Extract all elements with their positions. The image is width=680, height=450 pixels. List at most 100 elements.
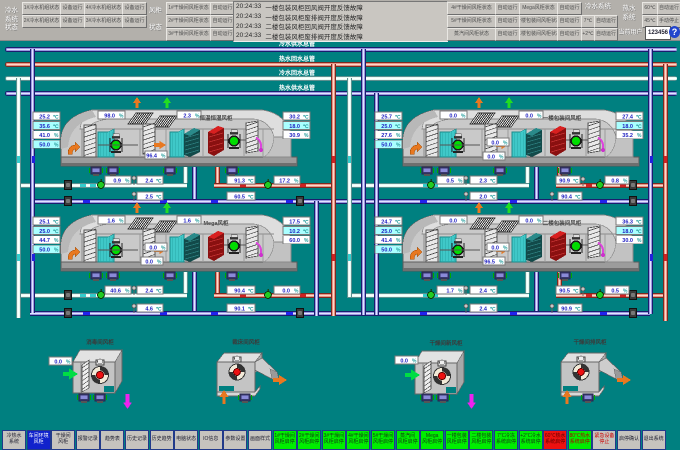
svg-text:90.9: 90.9	[561, 306, 572, 312]
svg-text:二楼包装间风柜: 二楼包装间风柜	[543, 219, 582, 227]
svg-text:18.0: 18.0	[622, 124, 633, 130]
svg-text:40.6: 40.6	[110, 288, 121, 294]
svg-text:℃: ℃	[248, 305, 254, 312]
svg-text:℃: ℃	[156, 193, 162, 200]
svg-text:0.0: 0.0	[149, 245, 157, 251]
svg-text:℃: ℃	[395, 228, 401, 235]
svg-text:%: %	[161, 245, 166, 251]
svg-text:℃: ℃	[575, 193, 581, 200]
svg-text:℃: ℃	[53, 113, 59, 120]
svg-text:%: %	[623, 178, 628, 184]
svg-text:0.0: 0.0	[282, 288, 290, 294]
svg-text:50.0: 50.0	[381, 143, 392, 149]
svg-text:25.0: 25.0	[381, 124, 392, 130]
svg-text:18.0: 18.0	[622, 229, 633, 235]
svg-text:%: %	[396, 143, 401, 149]
svg-text:℃: ℃	[156, 305, 162, 312]
svg-text:%: %	[125, 178, 130, 184]
svg-text:%: %	[195, 218, 200, 224]
svg-text:℃: ℃	[573, 177, 579, 184]
svg-text:%: %	[637, 133, 642, 139]
svg-text:%: %	[623, 288, 628, 294]
svg-text:%: %	[304, 133, 309, 139]
svg-text:%: %	[119, 218, 124, 224]
svg-text:%: %	[637, 238, 642, 244]
svg-text:%: %	[396, 248, 401, 254]
svg-text:2.5: 2.5	[145, 194, 153, 200]
svg-text:%: %	[461, 218, 466, 224]
svg-text:℃: ℃	[573, 287, 579, 294]
svg-text:%: %	[499, 154, 504, 160]
svg-text:%: %	[396, 238, 401, 244]
svg-text:0.0: 0.0	[491, 245, 499, 251]
svg-text:℃: ℃	[156, 287, 162, 294]
svg-text:Mega风柜: Mega风柜	[203, 219, 229, 227]
svg-text:2.4: 2.4	[479, 288, 488, 294]
svg-text:90.9: 90.9	[559, 178, 570, 184]
svg-text:90.5: 90.5	[559, 288, 570, 294]
svg-text:90.4: 90.4	[561, 194, 573, 200]
svg-text:24.7: 24.7	[381, 219, 392, 225]
svg-text:2.0: 2.0	[479, 194, 487, 200]
svg-text:热水回水总管: 热水回水总管	[279, 55, 315, 63]
svg-text:60.5: 60.5	[234, 194, 245, 200]
svg-text:36.3: 36.3	[622, 219, 633, 225]
svg-text:30.0: 30.0	[622, 238, 633, 244]
svg-text:1.6: 1.6	[107, 218, 115, 224]
svg-text:%: %	[161, 153, 166, 159]
svg-text:90.4: 90.4	[234, 288, 246, 294]
svg-text:℃: ℃	[395, 123, 401, 130]
svg-text:℃: ℃	[248, 193, 254, 200]
svg-text:27.4: 27.4	[622, 114, 634, 120]
svg-text:%: %	[66, 359, 71, 365]
svg-text:℃: ℃	[303, 113, 309, 120]
svg-text:17.5: 17.5	[289, 219, 300, 225]
svg-text:℃: ℃	[53, 218, 59, 225]
svg-text:35.6: 35.6	[39, 124, 50, 130]
svg-text:0.9: 0.9	[113, 178, 121, 184]
svg-text:1.6: 1.6	[183, 218, 191, 224]
svg-text:1.7: 1.7	[446, 288, 454, 294]
svg-text:℃: ℃	[490, 287, 496, 294]
svg-text:%: %	[537, 113, 542, 119]
svg-text:℃: ℃	[490, 177, 496, 184]
svg-text:50.0: 50.0	[39, 248, 50, 254]
svg-text:%: %	[304, 238, 309, 244]
svg-text:2.4: 2.4	[479, 306, 488, 312]
svg-text:℃: ℃	[53, 228, 59, 235]
svg-text:冷水回水总管: 冷水回水总管	[279, 69, 315, 77]
svg-text:0.5: 0.5	[446, 178, 454, 184]
svg-text:%: %	[503, 245, 508, 251]
svg-text:0.8: 0.8	[611, 178, 619, 184]
svg-text:℃: ℃	[303, 228, 309, 235]
svg-text:96.4: 96.4	[146, 153, 158, 159]
svg-text:0.0: 0.0	[145, 259, 153, 265]
svg-text:35.2: 35.2	[622, 133, 633, 139]
svg-text:91.3: 91.3	[234, 178, 245, 184]
svg-text:50.0: 50.0	[381, 248, 392, 254]
svg-text:%: %	[458, 178, 463, 184]
svg-text:%: %	[125, 288, 130, 294]
svg-text:25.2: 25.2	[39, 114, 50, 120]
svg-text:℃: ℃	[156, 177, 162, 184]
svg-text:消毒间风柜: 消毒间风柜	[86, 338, 114, 346]
svg-text:0.0: 0.0	[54, 359, 62, 365]
svg-text:℃: ℃	[303, 123, 309, 130]
svg-text:%: %	[54, 248, 59, 254]
svg-text:℃: ℃	[303, 218, 309, 225]
svg-text:℃: ℃	[636, 113, 642, 120]
svg-text:%: %	[537, 218, 542, 224]
svg-text:18.0: 18.0	[289, 124, 300, 130]
svg-text:%: %	[157, 259, 162, 265]
svg-text:60.0: 60.0	[289, 238, 300, 244]
svg-text:27.6: 27.6	[381, 133, 392, 139]
svg-text:0.0: 0.0	[525, 113, 533, 119]
svg-text:℃: ℃	[490, 305, 496, 312]
svg-text:℃: ℃	[395, 218, 401, 225]
svg-text:℃: ℃	[636, 218, 642, 225]
svg-text:41.4: 41.4	[381, 238, 393, 244]
svg-text:恒温恒湿风柜: 恒温恒湿风柜	[199, 114, 233, 122]
svg-text:0.0: 0.0	[487, 154, 495, 160]
svg-text:10.2: 10.2	[289, 229, 300, 235]
svg-text:℃: ℃	[248, 177, 254, 184]
